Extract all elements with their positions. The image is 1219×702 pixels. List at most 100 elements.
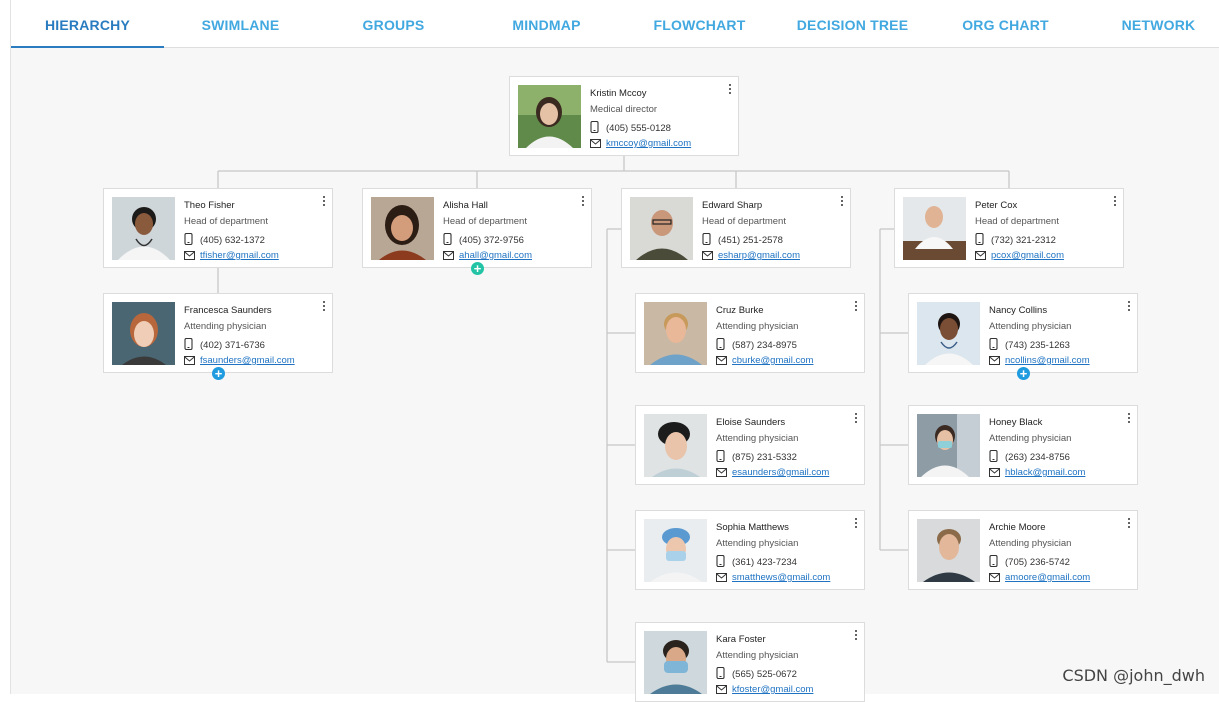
phone-number: (402) 371-6736 [200,340,265,351]
node-card-theo-fisher[interactable]: Theo Fisher Head of department (405) 632… [103,188,333,268]
phone-number: (743) 235-1263 [1005,340,1070,351]
person-name: Peter Cox [975,200,1018,211]
email-link[interactable]: pcox@gmail.com [991,250,1064,261]
person-title: Attending physician [716,538,799,549]
person-name: Kara Foster [716,634,766,645]
email-link[interactable]: esharp@gmail.com [718,250,800,261]
tab-flowchart[interactable]: FLOWCHART [623,0,776,47]
email-link[interactable]: amoore@gmail.com [1005,572,1090,583]
node-card-kara-foster[interactable]: Kara Foster Attending physician (565) 52… [635,622,865,702]
phone-icon [975,233,984,245]
expand-node-button[interactable]: + [212,367,225,380]
email-link[interactable]: fsaunders@gmail.com [200,355,295,366]
person-title: Head of department [443,216,527,227]
tab-hierarchy[interactable]: HIERARCHY [11,0,164,48]
node-menu-icon[interactable] [1126,413,1132,425]
phone-row: (743) 235-1263 [989,338,1070,351]
email-link[interactable]: kmccoy@gmail.com [606,138,691,149]
mail-icon [443,251,454,260]
email-link[interactable]: smatthews@gmail.com [732,572,830,583]
avatar [644,414,707,477]
node-menu-icon[interactable] [1112,196,1118,208]
node-menu-icon[interactable] [1126,518,1132,530]
person-title: Attending physician [989,321,1072,332]
phone-number: (405) 372-9756 [459,235,524,246]
tab-swimlane[interactable]: SWIMLANE [164,0,317,47]
email-link[interactable]: cburke@gmail.com [732,355,813,366]
phone-row: (405) 632-1372 [184,233,265,246]
expand-node-button[interactable]: + [1017,367,1030,380]
tab-label: SWIMLANE [201,17,280,33]
node-menu-icon[interactable] [321,301,327,313]
mail-icon [184,356,195,365]
email-row: ncollins@gmail.com [989,355,1090,366]
email-row: fsaunders@gmail.com [184,355,295,366]
node-menu-icon[interactable] [853,630,859,642]
mail-icon [590,139,601,148]
person-name: Archie Moore [989,522,1046,533]
node-card-francesca-saunders[interactable]: Francesca Saunders Attending physician (… [103,293,333,373]
node-menu-icon[interactable] [727,84,733,96]
email-link[interactable]: tfisher@gmail.com [200,250,279,261]
node-menu-icon[interactable] [1126,301,1132,313]
person-name: Alisha Hall [443,200,488,211]
node-card-kristin-mccoy[interactable]: Kristin Mccoy Medical director (405) 555… [509,76,739,156]
node-card-archie-moore[interactable]: Archie Moore Attending physician (705) 2… [908,510,1138,590]
node-card-alisha-hall[interactable]: Alisha Hall Head of department (405) 372… [362,188,592,268]
person-name: Nancy Collins [989,305,1048,316]
person-name: Francesca Saunders [184,305,272,316]
avatar [917,414,980,477]
mail-icon [716,573,727,582]
node-menu-icon[interactable] [853,413,859,425]
person-title: Attending physician [184,321,267,332]
tab-network[interactable]: NETWORK [1082,0,1219,47]
mail-icon [989,573,1000,582]
email-row: tfisher@gmail.com [184,250,279,261]
node-menu-icon[interactable] [853,518,859,530]
node-card-peter-cox[interactable]: Peter Cox Head of department (732) 321-2… [894,188,1124,268]
phone-icon [184,233,193,245]
email-row: kmccoy@gmail.com [590,138,691,149]
avatar [371,197,434,260]
node-card-sophia-matthews[interactable]: Sophia Matthews Attending physician (361… [635,510,865,590]
mail-icon [975,251,986,260]
phone-row: (405) 372-9756 [443,233,524,246]
node-menu-icon[interactable] [853,301,859,313]
person-name: Theo Fisher [184,200,235,211]
node-menu-icon[interactable] [321,196,327,208]
email-row: esharp@gmail.com [702,250,800,261]
node-menu-icon[interactable] [580,196,586,208]
email-link[interactable]: kfoster@gmail.com [732,684,813,695]
node-card-eloise-saunders[interactable]: Eloise Saunders Attending physician (875… [635,405,865,485]
email-link[interactable]: ahall@gmail.com [459,250,532,261]
mail-icon [989,468,1000,477]
expand-node-button[interactable]: + [471,262,484,275]
tab-decision-tree[interactable]: DECISION TREE [776,0,929,47]
node-card-edward-sharp[interactable]: Edward Sharp Head of department (451) 25… [621,188,851,268]
tab-mindmap[interactable]: MINDMAP [470,0,623,47]
person-title: Medical director [590,104,658,115]
node-card-cruz-burke[interactable]: Cruz Burke Attending physician (587) 234… [635,293,865,373]
tab-org-chart[interactable]: ORG CHART [929,0,1082,47]
phone-row: (405) 555-0128 [590,121,671,134]
phone-row: (732) 321-2312 [975,233,1056,246]
phone-number: (705) 236-5742 [1005,557,1070,568]
node-card-nancy-collins[interactable]: Nancy Collins Attending physician (743) … [908,293,1138,373]
person-title: Attending physician [989,538,1072,549]
person-title: Attending physician [989,433,1072,444]
person-name: Sophia Matthews [716,522,789,533]
email-link[interactable]: ncollins@gmail.com [1005,355,1090,366]
watermark: CSDN @john_dwh [1062,666,1205,685]
person-title: Attending physician [716,650,799,661]
phone-number: (451) 251-2578 [718,235,783,246]
email-link[interactable]: esaunders@gmail.com [732,467,829,478]
person-title: Head of department [184,216,268,227]
email-row: pcox@gmail.com [975,250,1064,261]
email-link[interactable]: hblack@gmail.com [1005,467,1085,478]
phone-number: (732) 321-2312 [991,235,1056,246]
mail-icon [716,356,727,365]
tab-groups[interactable]: GROUPS [317,0,470,47]
person-title: Attending physician [716,433,799,444]
node-card-honey-black[interactable]: Honey Black Attending physician (263) 23… [908,405,1138,485]
node-menu-icon[interactable] [839,196,845,208]
